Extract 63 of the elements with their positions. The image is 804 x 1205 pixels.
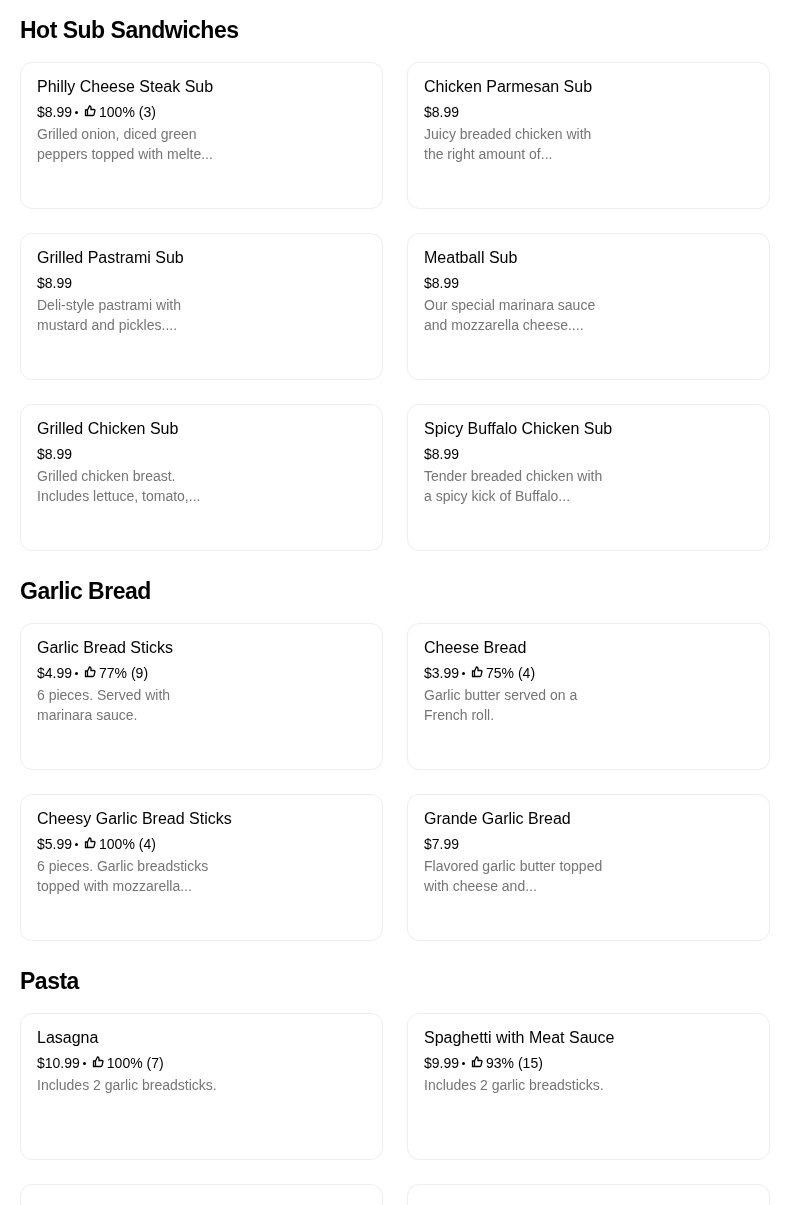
item-name: Grilled Pastrami Sub [37, 248, 185, 268]
item-name: Cheesy Garlic Bread Sticks [37, 809, 233, 829]
item-name: Garlic Bread Sticks [37, 638, 175, 658]
item-rating: 75% (4) [486, 664, 536, 683]
item-name: Meatball Sub [424, 248, 519, 268]
item-description: Includes 2 garlic breadsticks. [424, 1076, 604, 1095]
item-rating: 100% (7) [106, 1054, 164, 1073]
item-price: $3.99 [424, 664, 460, 683]
item-name: Cheese Bread [424, 638, 528, 658]
section-heading: Garlic Bread [20, 577, 152, 606]
item-price: $9.99 [424, 1054, 460, 1073]
item-price: $4.99 [37, 664, 73, 683]
thumbs-up-icon [471, 666, 484, 678]
item-price: $7.99 [424, 835, 460, 854]
item-price: $10.99 [37, 1054, 80, 1073]
item-price: $8.99 [424, 274, 460, 293]
menu-item-card[interactable]: Meatball Sub $8.99 Our special marinara sauce and mozzarella cheese.... [407, 233, 770, 380]
thumbs-up-icon [91, 1056, 104, 1068]
item-price: $5.99 [37, 835, 73, 854]
menu-item-card[interactable]: Cheese Bread $3.99 75% (4) Garlic butter served on a French roll. [407, 623, 770, 770]
thumbs-up-icon [84, 666, 97, 678]
item-name: Chicken Parmesan Sub [424, 77, 594, 97]
menu-item-card[interactable]: Spicy Buffalo Chicken Sub $8.99 Tender breaded chicken with a spicy kick of Buffalo... [407, 404, 770, 551]
item-name: Spaghetti with Meat Sauce [424, 1028, 616, 1048]
section-heading: Hot Sub Sandwiches [20, 16, 240, 45]
item-name: Grilled Chicken Sub [37, 419, 180, 439]
menu-item-card[interactable]: Philly Cheese Steak Sub $8.99 100% (3) Grilled onion, diced green peppers topped with melte... [20, 62, 383, 209]
section-heading: Pasta [20, 967, 81, 996]
item-price: $8.99 [37, 274, 73, 293]
item-description: Includes 2 garlic breadsticks. [37, 1076, 217, 1095]
item-price: $8.99 [424, 445, 460, 464]
item-description: Juicy breaded chicken with the right amount of... [424, 125, 593, 164]
item-price: $8.99 [37, 103, 73, 122]
item-name: Grande Garlic Bread [424, 809, 572, 829]
item-rating: 77% (9) [99, 664, 149, 683]
item-description: Grilled chicken breast. Includes lettuce, tomato,... [37, 467, 202, 506]
item-description: Deli-style pastrami with mustard and pickles.... [37, 296, 182, 335]
item-name: Lasagna [37, 1028, 100, 1048]
item-description: 6 pieces. Served with marinara sauce. [37, 686, 172, 725]
thumbs-up-icon [84, 837, 97, 849]
item-description: Garlic butter served on a French roll. [424, 686, 579, 725]
item-description: Grilled onion, diced green peppers topped with melte... [37, 125, 214, 164]
item-price: $8.99 [424, 103, 460, 122]
item-description: Flavored garlic butter topped with cheese and... [424, 857, 604, 896]
item-description: Our special marinara sauce and mozzarella cheese.... [424, 296, 597, 335]
thumbs-up-icon [471, 1056, 484, 1068]
item-name: Philly Cheese Steak Sub [37, 77, 215, 97]
menu-item-card[interactable]: Chicken Parmesan Sub $8.99 Juicy breaded chicken with the right amount of... [407, 62, 770, 209]
menu-item-card[interactable]: Grilled Pastrami Sub $8.99 Deli-style pastrami with mustard and pickles.... [20, 233, 383, 380]
item-rating: 93% (15) [486, 1054, 543, 1073]
item-name: Spicy Buffalo Chicken Sub [424, 419, 614, 439]
item-price: $8.99 [37, 445, 73, 464]
menu-item-card[interactable]: Lasagna $10.99 100% (7) Includes 2 garlic breadsticks. [20, 1013, 383, 1160]
menu-item-card[interactable]: Grande Garlic Bread $7.99 Flavored garlic butter topped with cheese and... [407, 794, 770, 941]
item-description: Tender breaded chicken with a spicy kick of Buffalo... [424, 467, 604, 506]
menu-item-card[interactable]: Grilled Chicken Sub $8.99 Grilled chicken breast. Includes lettuce, tomato,... [20, 404, 383, 551]
item-rating: 100% (4) [99, 835, 156, 854]
menu-item-card[interactable]: Cheesy Garlic Bread Sticks $5.99 100% (4) 6 pieces. Garlic breadsticks topped with mozzarella... [20, 794, 383, 941]
item-rating: 100% (3) [99, 103, 156, 122]
menu-item-card[interactable]: Garlic Bread Sticks $4.99 77% (9) 6 pieces. Served with marinara sauce. [20, 623, 383, 770]
item-description: 6 pieces. Garlic breadsticks topped with mozzarella... [37, 857, 210, 896]
thumbs-up-icon [84, 105, 97, 117]
menu-item-card[interactable]: Spaghetti with Meat Sauce $9.99 93% (15) Includes 2 garlic breadsticks. [407, 1013, 770, 1160]
